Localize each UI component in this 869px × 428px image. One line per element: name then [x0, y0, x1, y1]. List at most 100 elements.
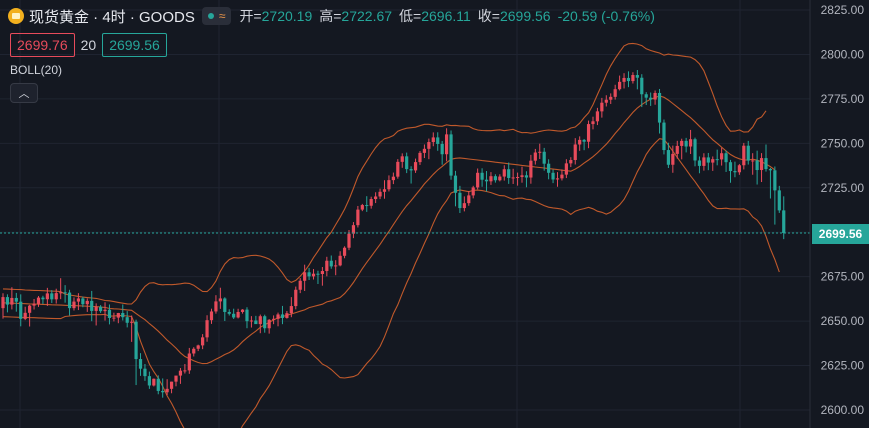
candle-body [440, 143, 444, 155]
close-label: 收= [477, 8, 500, 24]
candle-body [684, 140, 688, 147]
candle-body [644, 94, 648, 98]
candle-body [715, 159, 719, 161]
candle-body [657, 92, 662, 123]
candle-body [165, 388, 169, 393]
candle-body [85, 300, 89, 305]
candle-body [50, 293, 54, 300]
candle-body [316, 273, 320, 275]
y-tick-label: 2625.00 [821, 359, 865, 373]
candle-body [671, 153, 675, 165]
candle-body [759, 158, 764, 171]
candle-body [578, 139, 582, 145]
candle-body [107, 309, 112, 318]
candle-body [303, 272, 307, 281]
candle-body [169, 381, 174, 389]
candle-body [267, 319, 271, 329]
candle-body [112, 317, 116, 319]
indicator-label[interactable]: BOLL(20) [10, 63, 62, 77]
candle-body [276, 314, 280, 319]
collapse-indicators-button[interactable]: ︿ [10, 83, 38, 103]
candle-body [205, 320, 209, 338]
candle-body [63, 292, 67, 294]
candle-body [156, 378, 160, 391]
candle-body [307, 272, 311, 277]
price-axis: 2825.002800.002775.002750.002725.002700.… [809, 0, 865, 428]
candle-body [41, 297, 45, 300]
candles [1, 70, 786, 398]
close-value: 2699.56 [499, 8, 551, 24]
candle-body [178, 370, 183, 376]
candle-body [604, 99, 608, 103]
candle-body [5, 297, 10, 305]
candle-body [573, 144, 577, 161]
candle-body [782, 210, 786, 234]
candle-body [595, 111, 600, 122]
candle-body [249, 320, 254, 322]
candle-body [564, 163, 568, 175]
candle-body [54, 293, 58, 300]
candle-body [351, 225, 356, 234]
candle-body [320, 271, 324, 274]
market-status-pill[interactable]: ≈ [201, 7, 232, 25]
candle-body [45, 293, 49, 300]
candle-body [391, 176, 395, 181]
candle-body [214, 301, 218, 312]
candle-body [130, 321, 134, 323]
candle-body [635, 75, 639, 78]
candle-body [622, 77, 626, 82]
candle-body [493, 176, 497, 181]
buy-button[interactable]: 2699.56 [102, 33, 167, 57]
candle-body [409, 169, 413, 171]
candle-body [298, 280, 302, 290]
candle-body [538, 151, 542, 153]
candle-body [325, 260, 329, 272]
y-tick-label: 2825.00 [821, 3, 865, 17]
candle-body [183, 370, 187, 372]
candle-body [427, 142, 431, 149]
candle-body [405, 156, 409, 170]
candle-body [547, 163, 551, 173]
candle-body [609, 96, 613, 100]
candle-body [569, 160, 573, 164]
candle-body [453, 175, 458, 193]
candle-body [294, 289, 298, 307]
candle-body [36, 297, 41, 304]
candle-body [533, 152, 537, 161]
y-tick-label: 2675.00 [821, 270, 865, 284]
candle-body [356, 209, 360, 226]
candle-body [174, 375, 178, 382]
candle-body [121, 313, 125, 318]
candle-body [201, 337, 205, 346]
candle-body [702, 157, 706, 166]
wave-icon: ≈ [218, 9, 226, 23]
candle-body [484, 179, 489, 182]
sell-button[interactable]: 2699.76 [10, 33, 75, 57]
y-tick-label: 2775.00 [821, 92, 865, 106]
candle-body [688, 139, 693, 147]
candle-body [613, 89, 617, 97]
candle-body [768, 169, 773, 171]
candle-body [209, 311, 214, 321]
candle-body [59, 292, 63, 294]
y-tick-label: 2750.00 [821, 136, 865, 150]
candle-body [724, 153, 728, 163]
candle-body [489, 176, 493, 182]
candle-body [311, 273, 316, 277]
candle-body [666, 150, 670, 165]
candle-body [223, 298, 227, 312]
candle-body [347, 233, 351, 248]
chart-canvas[interactable]: 2825.002800.002775.002750.002725.002700.… [0, 0, 869, 428]
candle-body [476, 172, 480, 188]
candle-body [400, 156, 404, 162]
boll-upper-line [2, 42, 767, 305]
candle-body [258, 316, 262, 325]
market-open-dot-icon [207, 13, 214, 19]
candle-body [147, 376, 151, 386]
candle-body [626, 77, 631, 82]
candle-body [254, 320, 258, 325]
candle-body [751, 160, 755, 162]
symbol-header: 现货黄金 · 4时 · GOODS ≈ 开= 2720.19 高= 2722.6… [8, 5, 662, 27]
symbol-title[interactable]: 现货黄金 · 4时 · GOODS [29, 6, 195, 27]
candle-body [502, 169, 506, 177]
